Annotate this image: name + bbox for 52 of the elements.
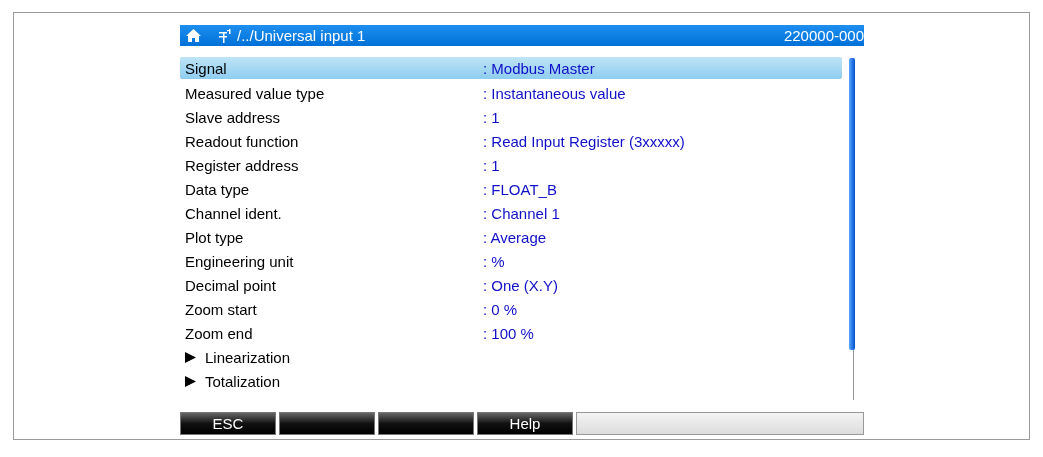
setting-value: : 1 <box>483 108 500 126</box>
submenu-label: Linearization <box>205 348 291 366</box>
setting-label: Decimal point <box>185 276 277 294</box>
softkey-button[interactable]: ESC <box>180 412 276 435</box>
triangle-right-icon <box>185 351 196 363</box>
menu-row[interactable]: Zoom end : 100 % <box>180 321 842 345</box>
setting-label: Readout function <box>185 132 300 150</box>
triangle-right-icon <box>185 375 196 387</box>
setting-label: Register address <box>185 156 300 174</box>
menu-row[interactable]: Signal : Modbus Master <box>180 57 842 79</box>
setting-value: : 0 % <box>483 300 518 318</box>
setting-label: Signal <box>185 59 228 77</box>
menu-row[interactable]: Measured value type : Instantaneous value <box>180 81 842 105</box>
scrollbar-thumb[interactable] <box>849 58 855 350</box>
setting-value: : 1 <box>483 156 500 174</box>
breadcrumb-path: /../Universal input 1 <box>237 27 366 44</box>
setting-value: : Instantaneous value <box>483 84 626 102</box>
setting-label: Zoom end <box>185 324 254 342</box>
scrollbar[interactable] <box>849 58 854 400</box>
setting-value: : Read Input Register (3xxxxx) <box>483 132 685 150</box>
blank-softkey-button[interactable] <box>279 412 375 435</box>
menu-row[interactable]: Channel ident. : Channel 1 <box>180 201 842 225</box>
setting-label: Channel ident. <box>185 204 283 222</box>
fork-icon <box>219 28 233 43</box>
device-code: 220000-000 <box>783 27 864 44</box>
setting-label: Data type <box>185 180 251 198</box>
home-icon[interactable] <box>186 29 201 42</box>
setting-label: Plot type <box>185 228 245 246</box>
setting-label: Engineering unit <box>185 252 295 270</box>
blank-softkey-button[interactable] <box>378 412 474 435</box>
menu-row[interactable]: Decimal point : One (X.Y) <box>180 273 842 297</box>
setting-value: : Modbus Master <box>483 59 595 77</box>
submenu-row[interactable]: Linearization <box>180 345 842 369</box>
menu-row[interactable]: Plot type : Average <box>180 225 842 249</box>
setting-value: : 100 % <box>483 324 534 342</box>
setting-value: : FLOAT_B <box>483 180 557 198</box>
setting-value: : One (X.Y) <box>483 276 559 294</box>
menu-row[interactable]: Register address : 1 <box>180 153 842 177</box>
setting-value: : Channel 1 <box>483 204 560 222</box>
menu-row[interactable]: Zoom start : 0 % <box>180 297 842 321</box>
setting-label: Measured value type <box>185 84 326 102</box>
setting-label: Zoom start <box>185 300 258 318</box>
submenu-row[interactable]: Totalization <box>180 369 842 393</box>
menu-row[interactable]: Readout function : Read Input Register (3xxxxx) <box>180 129 842 153</box>
submenu-label: Totalization <box>205 372 281 390</box>
menu-row[interactable]: Slave address : 1 <box>180 105 842 129</box>
softkey-button[interactable]: Help <box>477 412 573 435</box>
setting-label: Slave address <box>185 108 282 126</box>
setting-value: : % <box>483 252 505 270</box>
menu-row[interactable]: Data type : FLOAT_B <box>180 177 842 201</box>
menu-row[interactable]: Engineering unit : % <box>180 249 842 273</box>
setting-value: : Average <box>483 228 547 246</box>
